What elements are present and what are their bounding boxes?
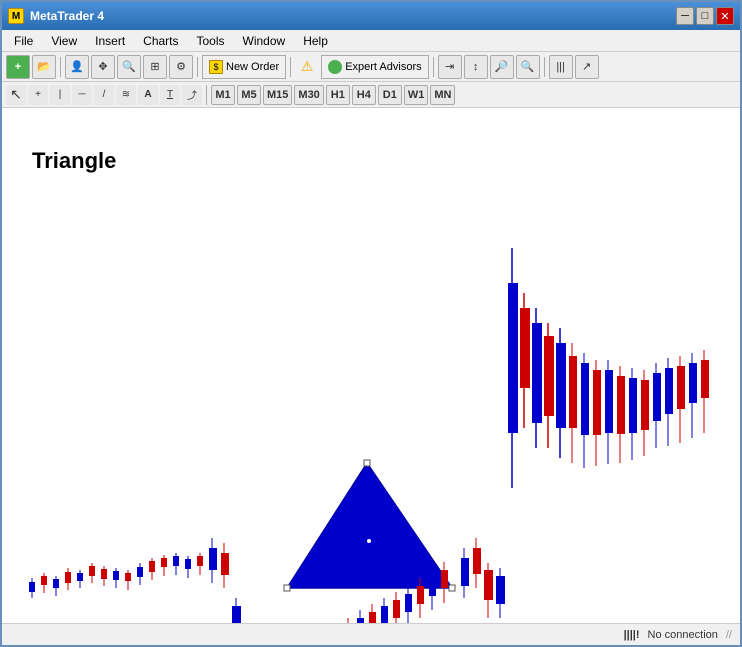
zoom-out-chart-button[interactable]: 🔍 — [516, 55, 540, 79]
chart-type-button[interactable]: ⊞ — [143, 55, 167, 79]
main-window: M MetaTrader 4 ─ □ ✕ File View Insert Ch… — [0, 0, 742, 647]
period-m15[interactable]: M15 — [263, 85, 292, 105]
handle-top — [364, 460, 370, 466]
new-order-icon: $ — [209, 60, 223, 74]
trendline-tool[interactable]: / — [94, 85, 114, 105]
period-mn[interactable]: MN — [430, 85, 455, 105]
period-m5[interactable]: M5 — [237, 85, 261, 105]
toolbar2: ↖ + | ─ / ≋ A T ⤴ M1 M5 M15 M30 H1 H4 D1… — [2, 82, 740, 108]
handle-bottom-right — [449, 585, 455, 591]
expert-icon — [328, 60, 342, 74]
period-d1[interactable]: D1 — [378, 85, 402, 105]
zoom-chart-button[interactable]: 🔎 — [490, 55, 514, 79]
handle-bottom-left — [284, 585, 290, 591]
chart-svg — [2, 108, 740, 623]
minimize-button[interactable]: ─ — [676, 7, 694, 25]
menu-file[interactable]: File — [6, 32, 41, 50]
triangle-polygon — [287, 463, 452, 588]
text-tool[interactable]: A — [138, 85, 158, 105]
menu-bar: File View Insert Charts Tools Window Hel… — [2, 30, 740, 52]
title-bar-controls: ─ □ ✕ — [676, 7, 734, 25]
status-bar: ||||! No connection // — [2, 623, 740, 645]
center-dot — [367, 539, 371, 543]
tb2-sep1 — [206, 85, 207, 105]
alert-icon: ⚠ — [295, 55, 319, 79]
zoom-in-button[interactable]: 🔍 — [117, 55, 141, 79]
new-chart-button[interactable]: + — [6, 55, 30, 79]
line-chart-button[interactable]: ↗ — [575, 55, 599, 79]
autoscroll-button[interactable]: ↕ — [464, 55, 488, 79]
menu-help[interactable]: Help — [295, 32, 336, 50]
new-order-button[interactable]: $ New Order — [202, 55, 286, 79]
period-m30[interactable]: M30 — [294, 85, 323, 105]
title-bar: M MetaTrader 4 ─ □ ✕ — [2, 2, 740, 30]
resize-handle: // — [726, 629, 732, 641]
properties-button[interactable]: ⚙ — [169, 55, 193, 79]
period-h1[interactable]: H1 — [326, 85, 350, 105]
menu-tools[interactable]: Tools — [189, 32, 233, 50]
menu-window[interactable]: Window — [235, 32, 294, 50]
crosshair-tool[interactable]: + — [28, 85, 48, 105]
app-icon: M — [8, 8, 24, 24]
toolbar1: + 📂 👤 ✥ 🔍 ⊞ ⚙ $ New Order ⚠ Expert Advis… — [2, 52, 740, 82]
status-indicator: ||||! — [624, 629, 640, 641]
vertical-line-tool[interactable]: | — [50, 85, 70, 105]
expert-advisors-label: Expert Advisors — [345, 61, 421, 73]
title-bar-left: M MetaTrader 4 — [8, 8, 104, 24]
move-button[interactable]: ✥ — [91, 55, 115, 79]
tb-separator2 — [197, 57, 198, 77]
cursor-tool[interactable]: ↖ — [6, 85, 26, 105]
bar-chart-button[interactable]: ||| — [549, 55, 573, 79]
tb-separator4 — [433, 57, 434, 77]
maximize-button[interactable]: □ — [696, 7, 714, 25]
period-w1[interactable]: W1 — [404, 85, 429, 105]
menu-view[interactable]: View — [43, 32, 85, 50]
menu-charts[interactable]: Charts — [135, 32, 186, 50]
label-tool[interactable]: T — [160, 85, 180, 105]
expert-advisors-button[interactable]: Expert Advisors — [321, 55, 428, 79]
title-bar-text: MetaTrader 4 — [30, 9, 104, 23]
chart-shift-button[interactable]: ⇥ — [438, 55, 462, 79]
connection-status: No connection — [648, 629, 718, 641]
chart-area[interactable]: Triangle — [2, 108, 740, 623]
tb-separator1 — [60, 57, 61, 77]
period-h4[interactable]: H4 — [352, 85, 376, 105]
open-button[interactable]: 📂 — [32, 55, 56, 79]
horizontal-line-tool[interactable]: ─ — [72, 85, 92, 105]
fib-tool[interactable]: ≋ — [116, 85, 136, 105]
menu-insert[interactable]: Insert — [87, 32, 133, 50]
tb-separator3 — [290, 57, 291, 77]
close-button[interactable]: ✕ — [716, 7, 734, 25]
arrow-tool[interactable]: ⤴ — [182, 85, 202, 105]
new-order-label: New Order — [226, 61, 279, 73]
tb-separator5 — [544, 57, 545, 77]
profiles-button[interactable]: 👤 — [65, 55, 89, 79]
period-m1[interactable]: M1 — [211, 85, 235, 105]
